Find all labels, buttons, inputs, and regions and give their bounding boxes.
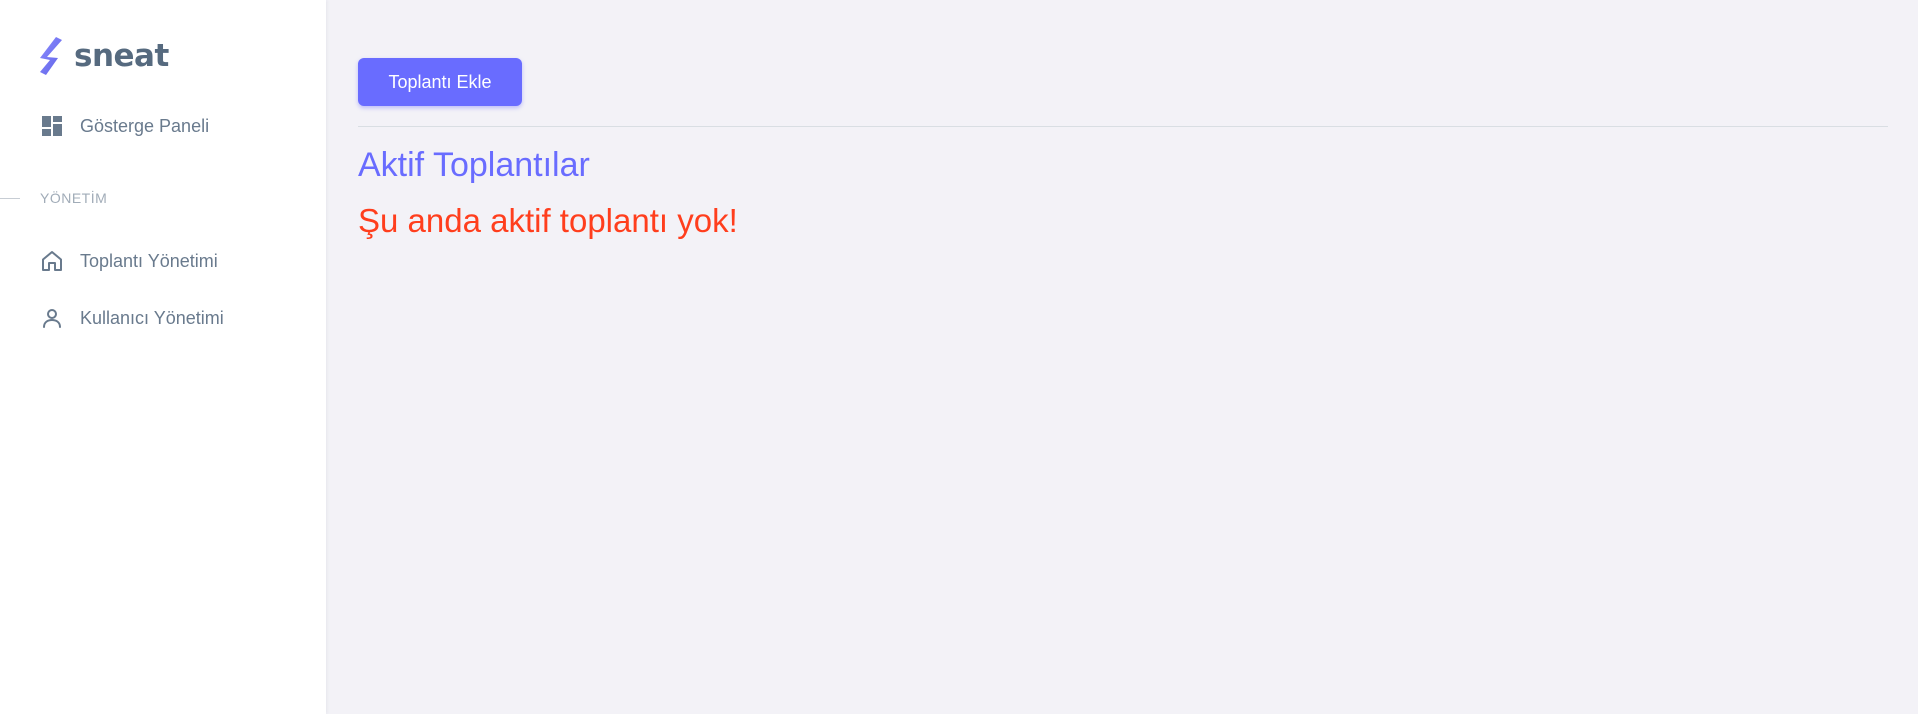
add-meeting-button[interactable]: Toplantı Ekle bbox=[358, 58, 522, 106]
sidebar-item-label: Gösterge Paneli bbox=[80, 115, 210, 136]
section-header-label: YÖNETİM bbox=[40, 190, 108, 206]
brand[interactable]: sneat bbox=[38, 36, 169, 76]
sidebar-item-dashboard[interactable]: Gösterge Paneli bbox=[40, 114, 209, 138]
user-icon bbox=[40, 306, 64, 330]
empty-state-message: Şu anda aktif toplantı yok! bbox=[358, 202, 738, 239]
menu-section-header: YÖNETİM bbox=[0, 189, 107, 207]
sidebar-item-label: Kullanıcı Yönetimi bbox=[80, 307, 224, 328]
sidebar: sneat Gösterge Paneli YÖNETİM Toplantı Y… bbox=[0, 0, 326, 714]
brand-name: sneat bbox=[74, 37, 169, 74]
page-title: Aktif Toplantılar bbox=[358, 146, 590, 184]
sneat-logo-icon bbox=[38, 36, 64, 76]
home-icon bbox=[40, 249, 64, 273]
content-divider bbox=[358, 126, 1888, 127]
section-divider bbox=[0, 197, 20, 199]
sidebar-item-meeting-management[interactable]: Toplantı Yönetimi bbox=[40, 249, 218, 273]
sidebar-item-label: Toplantı Yönetimi bbox=[80, 250, 218, 271]
sidebar-item-user-management[interactable]: Kullanıcı Yönetimi bbox=[40, 306, 224, 330]
dashboard-icon bbox=[40, 114, 64, 138]
